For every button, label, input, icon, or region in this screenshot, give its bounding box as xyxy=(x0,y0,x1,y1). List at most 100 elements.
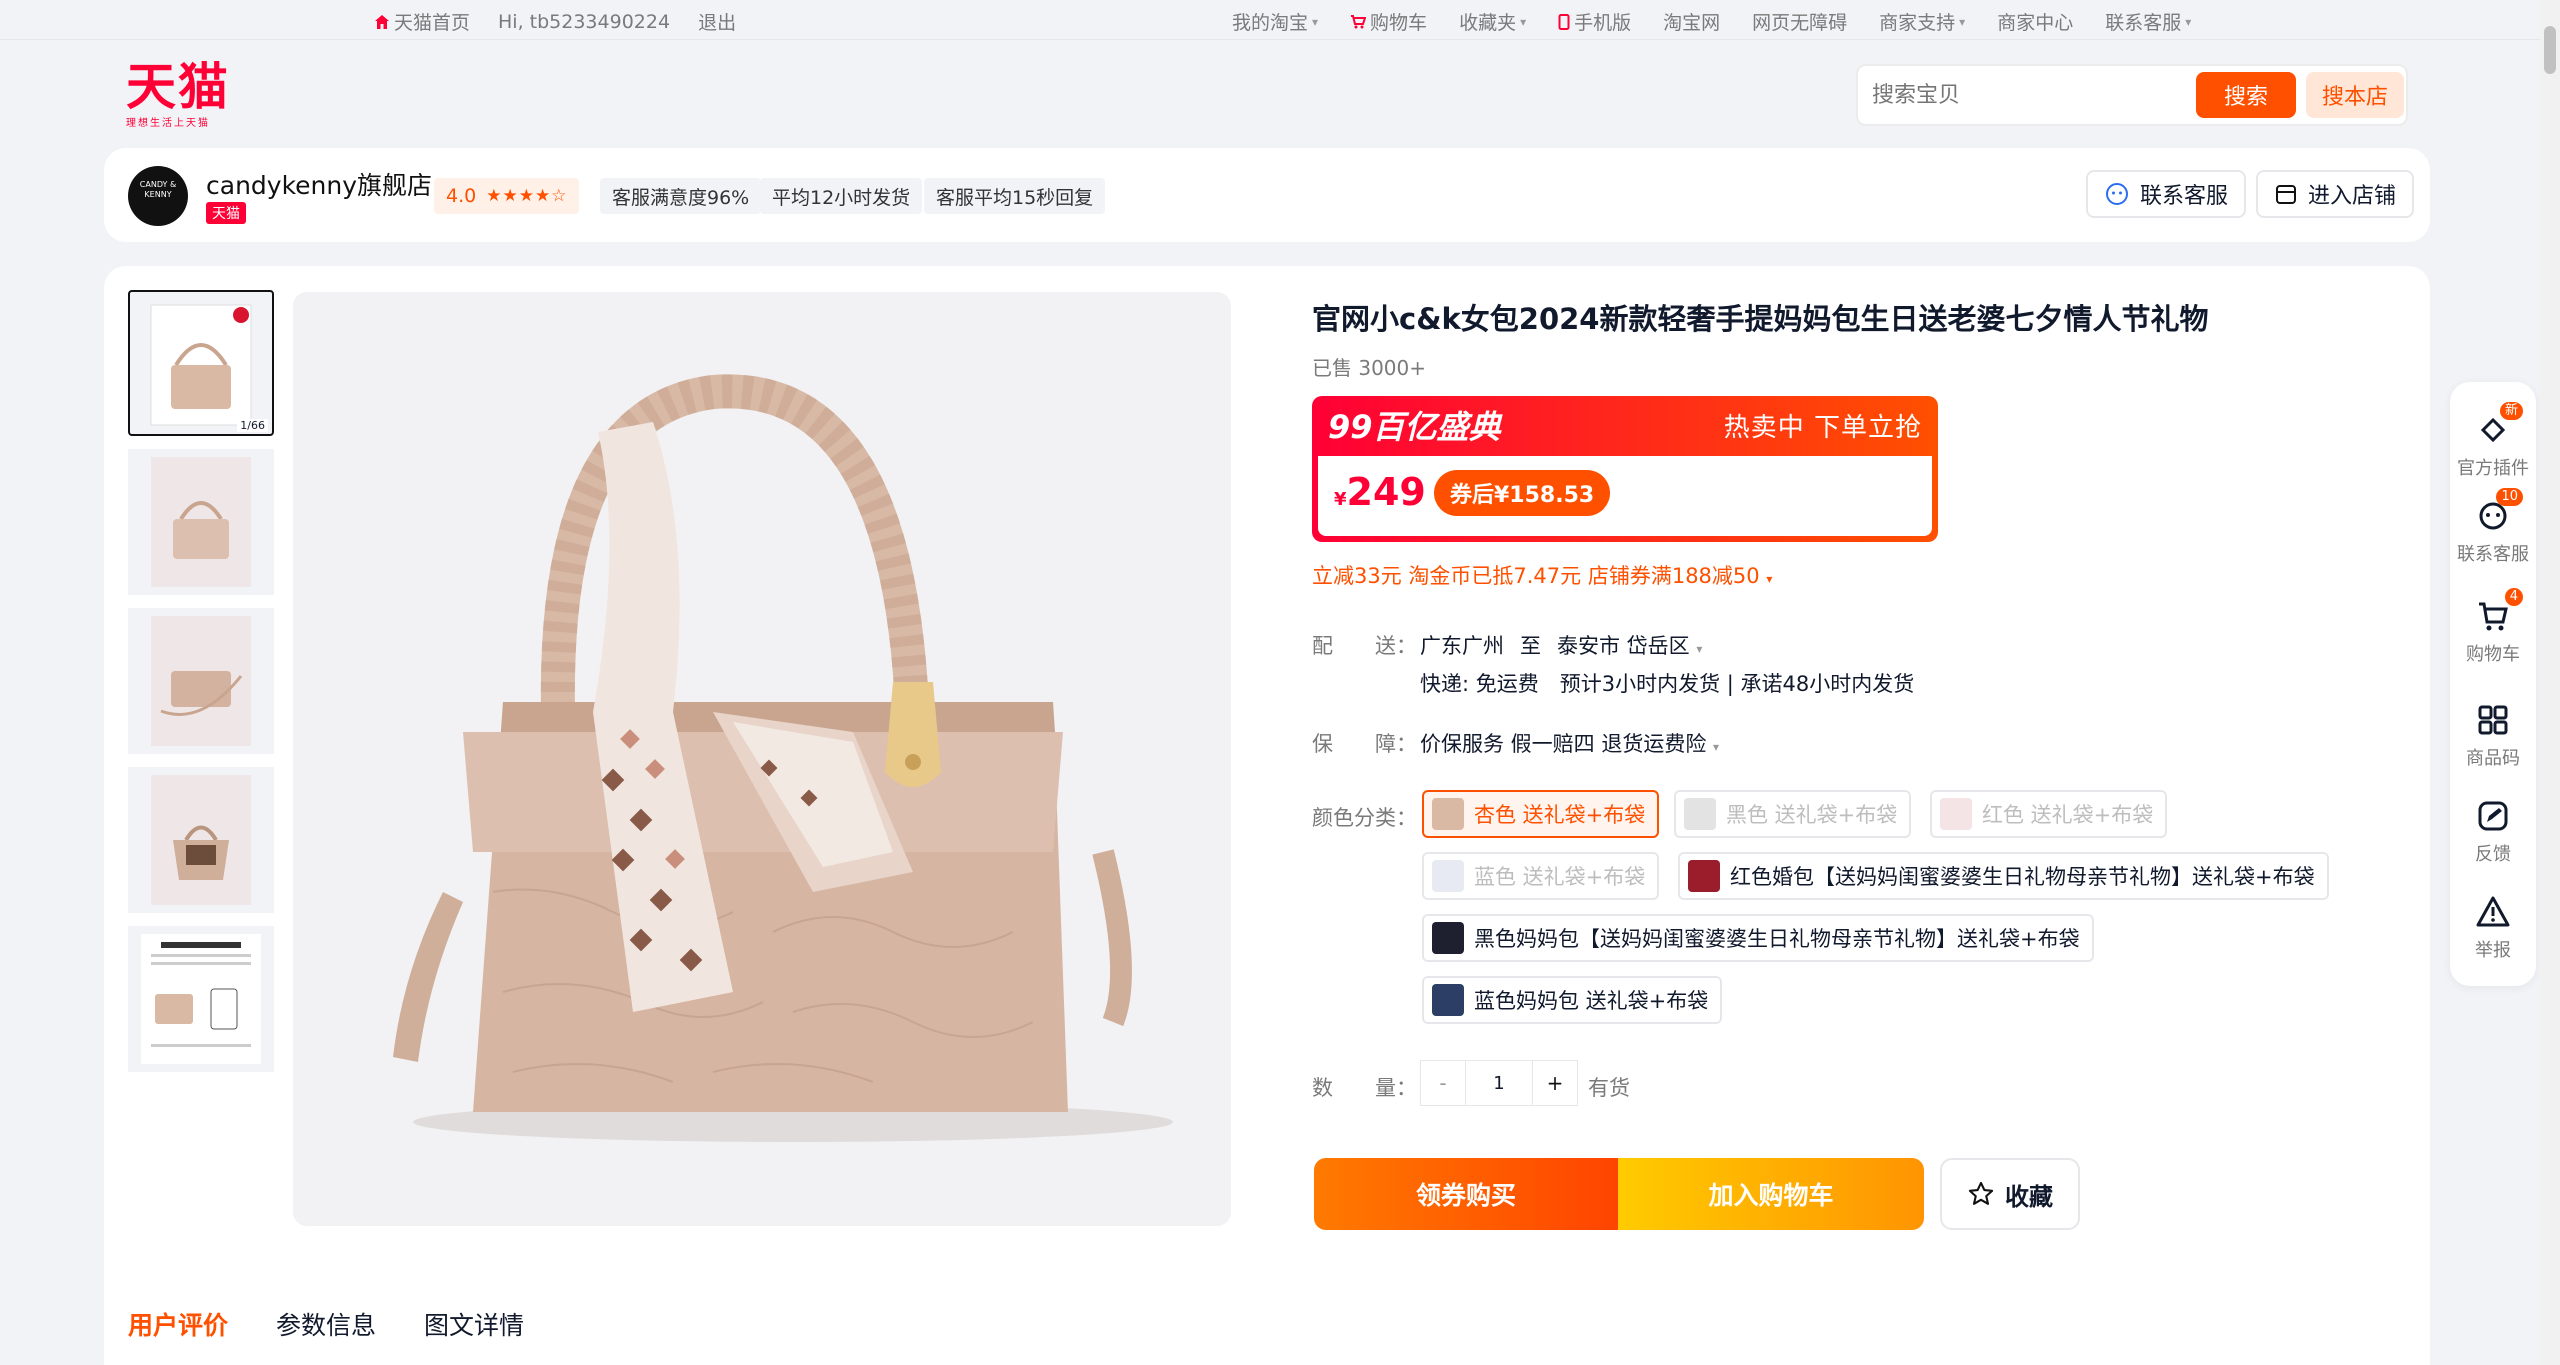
reply-time-tag: 客服平均15秒回复 xyxy=(924,178,1106,214)
thumbnail-5[interactable] xyxy=(128,926,274,1072)
color-option-label: 红色婚包【送妈妈闺蜜婆婆生日礼物母亲节礼物】送礼袋+布袋 xyxy=(1730,865,2315,889)
discount-info[interactable]: 立减33元 淘金币已抵7.47元 店铺券满188减50 ▾ xyxy=(1312,560,1772,590)
thumbnail-list: 1/66 xyxy=(128,290,274,1085)
service-icon: 10 xyxy=(2475,488,2523,534)
thumbnail-1[interactable]: 1/66 xyxy=(128,290,274,436)
cart-label: 购物车 xyxy=(1370,12,1428,34)
page-scrollbar[interactable] xyxy=(2540,0,2560,1365)
chevron-down-icon: ▾ xyxy=(1959,14,1966,29)
taobao-link[interactable]: 淘宝网 xyxy=(1663,8,1720,35)
product-thumbnail-image xyxy=(151,775,251,905)
product-main-card: 1/66 官网小c&k女包2024新款轻奢手提妈妈包生日送老婆七夕情人节礼物 已… xyxy=(104,266,2430,1365)
product-title: 官网小c&k女包2024新款轻奢手提妈妈包生日送老婆七夕情人节礼物 xyxy=(1312,302,2209,336)
detail-tabs: 用户评价 参数信息 图文详情 xyxy=(128,1306,524,1342)
thumbnail-3[interactable] xyxy=(128,608,274,754)
color-option-3[interactable]: 红色 送礼袋+布袋 xyxy=(1930,790,2168,838)
customer-service-label: 联系客服 xyxy=(2105,12,2182,34)
thumbnail-count: 1/66 xyxy=(237,419,268,432)
my-taobao-label: 我的淘宝 xyxy=(1232,12,1309,34)
report-icon xyxy=(2475,894,2511,930)
tmall-logo[interactable]: 天猫 理想生活上天猫 xyxy=(126,60,230,129)
favorites-menu[interactable]: 收藏夹 ▾ xyxy=(1459,8,1526,35)
promo-tagline: 热卖中 下单立抢 xyxy=(1723,412,1922,443)
coupon-price-badge[interactable]: 券后¥158.53 xyxy=(1434,470,1611,516)
color-option-7[interactable]: 蓝色妈妈包 送礼袋+布袋 xyxy=(1422,976,1723,1024)
color-option-thumb xyxy=(1432,984,1464,1016)
guarantee-value[interactable]: 价保服务 假一赔四 退货运费险 ▾ xyxy=(1420,728,1719,758)
search-box: 搜索 搜本店 xyxy=(1856,64,2408,126)
stock-status: 有货 xyxy=(1588,1076,1630,1100)
qrcode-icon xyxy=(2475,702,2511,738)
add-to-cart-button[interactable]: 加入购物车 xyxy=(1618,1158,1924,1230)
thumbnail-2[interactable] xyxy=(128,449,274,595)
thumbnail-4[interactable] xyxy=(128,767,274,913)
quantity-increase-button[interactable]: + xyxy=(1532,1060,1578,1106)
favorite-button[interactable]: 收藏 xyxy=(1940,1158,2080,1230)
cart-link[interactable]: 购物车 xyxy=(1350,8,1427,35)
color-option-label: 黑色妈妈包【送妈妈闺蜜婆婆生日礼物母亲节礼物】送礼袋+布袋 xyxy=(1474,927,2080,951)
shop-name[interactable]: candykenny旗舰店 xyxy=(206,166,432,202)
side-report[interactable]: 举报 xyxy=(2450,894,2536,962)
tab-details[interactable]: 图文详情 xyxy=(424,1306,524,1342)
delivery-label: 配 送： xyxy=(1312,634,1417,658)
shop-rating: 4.0 ★★★★☆ xyxy=(434,178,580,214)
side-cart[interactable]: 4 购物车 xyxy=(2450,588,2536,666)
side-report-label: 举报 xyxy=(2475,940,2511,961)
shop-avatar[interactable]: CANDY & KENNY xyxy=(128,166,188,226)
side-service[interactable]: 10 联系客服 xyxy=(2450,488,2536,566)
side-product-code[interactable]: 商品码 xyxy=(2450,702,2536,770)
store-icon xyxy=(2276,185,2296,204)
color-option-6[interactable]: 黑色妈妈包【送妈妈闺蜜婆婆生日礼物母亲节礼物】送礼袋+布袋 xyxy=(1422,914,2094,962)
accessibility-link[interactable]: 网页无障碍 xyxy=(1752,8,1847,35)
tmall-badge: 天猫 xyxy=(206,202,246,224)
delivery-destination[interactable]: 泰安市 岱岳区 ▾ xyxy=(1557,630,1702,660)
color-option-thumb xyxy=(1684,798,1716,830)
search-input[interactable] xyxy=(1872,78,2202,112)
side-plugin[interactable]: 新 官方插件 xyxy=(2450,402,2536,480)
color-option-4[interactable]: 蓝色 送礼袋+布袋 xyxy=(1422,852,1660,900)
price-currency: ¥ xyxy=(1334,489,1347,510)
purchase-buttons: 领券购买 加入购物车 xyxy=(1314,1158,1924,1230)
quantity-input[interactable]: 1 xyxy=(1466,1060,1532,1106)
enter-shop-button[interactable]: 进入店铺 xyxy=(2256,170,2415,218)
tmall-home-link[interactable]: 天猫首页 xyxy=(374,8,470,35)
color-option-label: 黑色 送礼袋+布袋 xyxy=(1726,803,1898,827)
delivery-destination-text: 泰安市 岱岳区 xyxy=(1557,634,1690,658)
scrollbar-thumb[interactable] xyxy=(2544,26,2556,74)
quantity-decrease-button[interactable]: - xyxy=(1420,1060,1466,1106)
price-value: 249 xyxy=(1346,470,1426,514)
enter-shop-label: 进入店铺 xyxy=(2308,184,2397,209)
contact-service-button[interactable]: 联系客服 xyxy=(2086,170,2247,218)
chevron-down-icon: ▾ xyxy=(2185,14,2192,29)
color-option-5[interactable]: 红色婚包【送妈妈闺蜜婆婆生日礼物母亲节礼物】送礼袋+布袋 xyxy=(1678,852,2329,900)
logout-link[interactable]: 退出 xyxy=(698,8,736,35)
product-thumbnail-image xyxy=(150,304,252,426)
quantity-stepper: - 1 + xyxy=(1420,1060,1578,1106)
delivery-to-word: 至 xyxy=(1520,634,1541,658)
price-box: ¥249 券后¥158.53 xyxy=(1318,456,1932,536)
tab-user-reviews[interactable]: 用户评价 xyxy=(128,1306,228,1342)
chevron-down-icon: ▾ xyxy=(1312,14,1319,29)
product-thumbnail-image xyxy=(141,934,261,1064)
guarantee-label: 保 障： xyxy=(1312,732,1417,756)
search-button[interactable]: 搜索 xyxy=(2196,72,2296,118)
customer-service-menu[interactable]: 联系客服 ▾ xyxy=(2105,8,2191,35)
side-feedback[interactable]: 反馈 xyxy=(2450,798,2536,866)
tab-parameters[interactable]: 参数信息 xyxy=(276,1306,376,1342)
search-shop-button[interactable]: 搜本店 xyxy=(2306,72,2404,118)
color-option-1[interactable]: 杏色 送礼袋+布袋 xyxy=(1422,790,1660,838)
color-option-2[interactable]: 黑色 送礼袋+布袋 xyxy=(1674,790,1912,838)
rating-stars-icon: ★★★★☆ xyxy=(486,186,568,206)
chevron-down-icon: ▾ xyxy=(1520,14,1527,29)
product-main-image[interactable] xyxy=(293,292,1231,1226)
mobile-link[interactable]: 手机版 xyxy=(1558,8,1631,35)
top-nav-bar: 天猫首页 Hi, tb5233490224 退出 我的淘宝 ▾ 购物车 收藏夹 ▾ … xyxy=(0,0,2540,40)
merchant-support-menu[interactable]: 商家支持 ▾ xyxy=(1879,8,1965,35)
color-option-thumb xyxy=(1432,922,1464,954)
cart-badge: 4 xyxy=(2504,588,2523,606)
merchant-center-link[interactable]: 商家中心 xyxy=(1997,8,2073,35)
my-taobao-menu[interactable]: 我的淘宝 ▾ xyxy=(1232,8,1318,35)
color-option-label: 蓝色 送礼袋+布袋 xyxy=(1474,865,1646,889)
plugin-icon: 新 xyxy=(2475,402,2523,448)
buy-with-coupon-button[interactable]: 领券购买 xyxy=(1314,1158,1618,1230)
